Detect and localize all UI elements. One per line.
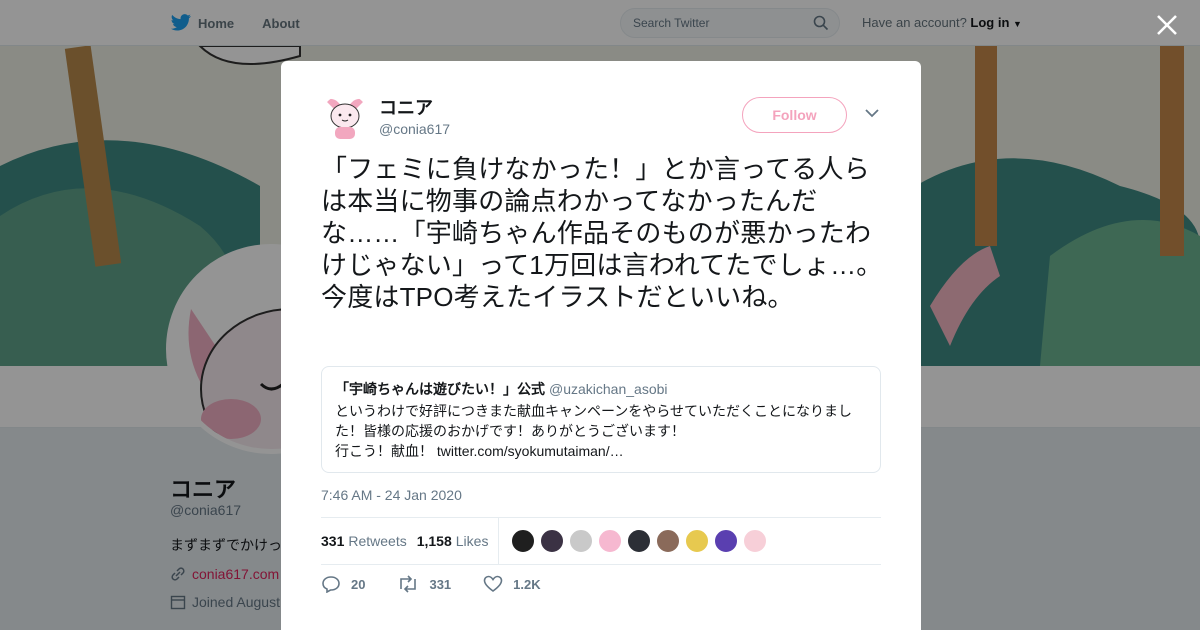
liker-avatar[interactable] [511, 529, 536, 553]
stats-divider [498, 518, 500, 564]
liker-avatar[interactable] [656, 529, 681, 553]
liker-avatar[interactable] [685, 529, 710, 553]
liker-avatar[interactable] [569, 529, 594, 553]
quoted-author-handle: @uzakichan_asobi [549, 381, 668, 397]
liker-avatar[interactable] [714, 529, 739, 553]
author-name[interactable]: コニア [379, 97, 450, 119]
liker-avatar[interactable] [598, 529, 623, 553]
tweet-actions: 20 331 1.2K [321, 575, 573, 593]
liker-avatar[interactable] [540, 529, 565, 553]
tweet-author[interactable]: コニア @conia617 [321, 94, 450, 142]
like-action[interactable]: 1.2K [483, 575, 541, 593]
heart-icon [483, 575, 503, 592]
close-icon[interactable] [1154, 12, 1180, 38]
author-avatar[interactable] [321, 94, 369, 142]
follow-button[interactable]: Follow [742, 97, 847, 133]
likes-stat[interactable]: 1,158 Likes [417, 533, 489, 549]
retweet-icon [400, 575, 417, 593]
liker-avatar[interactable] [743, 529, 768, 553]
retweets-stat[interactable]: 331 Retweets [321, 533, 407, 549]
quoted-author-name: 「宇崎ちゃんは遊びたい！」公式 [335, 381, 545, 397]
tweet-text: 「フェミに負けなかった！」とか言ってる人らは本当に物事の論点わかってなかったんだ… [321, 154, 883, 312]
retweet-count: 331 [429, 576, 452, 592]
quoted-tweet[interactable]: 「宇崎ちゃんは遊びたい！」公式 @uzakichan_asobi というわけで好評… [321, 366, 881, 473]
liker-avatars [511, 529, 768, 553]
reply-icon [322, 576, 340, 593]
chevron-down-icon[interactable] [865, 108, 879, 118]
like-count: 1.2K [513, 576, 541, 592]
retweets-label: Retweets [348, 533, 407, 549]
quoted-tweet-header: 「宇崎ちゃんは遊びたい！」公式 @uzakichan_asobi [335, 379, 867, 399]
likes-label: Likes [455, 533, 489, 549]
author-text: コニア @conia617 [379, 97, 450, 139]
tweet-stats: 331 Retweets 1,158 Likes [321, 517, 881, 565]
quoted-tweet-text: というわけで好評につきまた献血キャンペーンをやらせていただくことになりました！皆… [335, 403, 853, 459]
author-handle[interactable]: @conia617 [379, 119, 450, 139]
tweet-modal: コニア @conia617 Follow 「フェミに負けなかった！」とか言ってる… [281, 61, 921, 630]
reply-count: 20 [351, 576, 366, 592]
author-avatar-illustration [321, 94, 369, 142]
likes-count: 1,158 [416, 533, 452, 549]
retweet-action[interactable]: 331 [397, 575, 451, 593]
liker-avatar[interactable] [627, 529, 652, 553]
retweets-count: 331 [321, 533, 345, 549]
reply-action[interactable]: 20 [321, 575, 365, 593]
tweet-timestamp[interactable]: 7:46 AM - 24 Jan 2020 [321, 487, 462, 503]
